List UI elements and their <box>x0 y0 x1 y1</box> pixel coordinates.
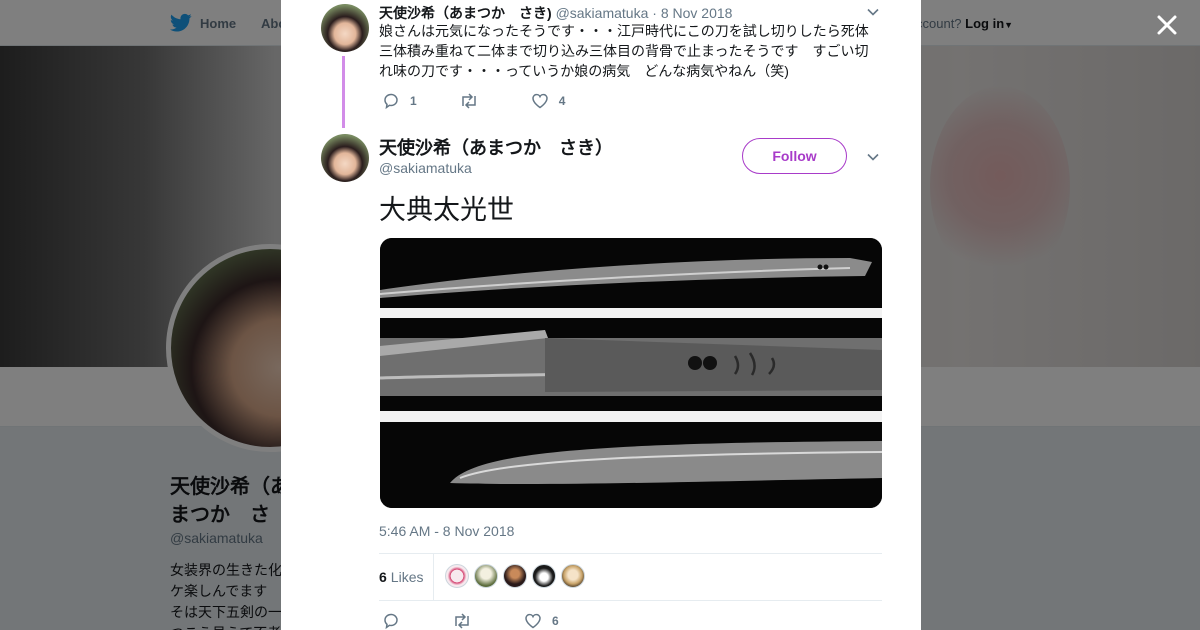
parent-tweet-avatar[interactable] <box>321 4 369 52</box>
parent-like-button[interactable]: 4 <box>531 92 566 110</box>
liker-avatar[interactable] <box>445 564 469 588</box>
parent-tweet-header: 天使沙希（あまつか さき) @sakiamatuka · 8 Nov 2018 <box>379 3 732 23</box>
main-tweet-actions: 6 <box>382 612 601 630</box>
heart-icon <box>525 613 541 629</box>
follow-button[interactable]: Follow <box>742 138 847 174</box>
retweet-icon <box>455 613 469 629</box>
main-tweet-name[interactable]: 天使沙希（あまつか さき） <box>379 134 613 160</box>
parent-tweet-actions: 1 4 <box>382 92 607 110</box>
parent-reply-count: 1 <box>410 94 417 108</box>
sword-photo-image <box>380 238 882 508</box>
main-retweet-button[interactable] <box>452 612 482 630</box>
parent-tweet-handle[interactable]: @sakiamatuka <box>556 5 649 21</box>
main-reply-button[interactable] <box>382 612 410 630</box>
parent-tweet-text: 娘さんは元気になったそうです・・・江戸時代にこの刀を試し切りしたら死体三体積み重… <box>379 23 869 79</box>
main-tweet-menu-chevron-down-icon[interactable] <box>866 150 880 164</box>
thread-connector-line <box>342 56 345 128</box>
parent-tweet-menu-chevron-down-icon[interactable] <box>866 5 880 19</box>
parent-like-count: 4 <box>558 94 566 108</box>
likes-count-link[interactable]: 6 Likes <box>379 554 435 600</box>
parent-tweet-name[interactable]: 天使沙希（あまつか さき) <box>379 5 552 21</box>
reply-icon <box>384 93 398 110</box>
liker-avatar[interactable] <box>561 564 585 588</box>
likes-summary: 6 Likes <box>379 553 882 601</box>
liker-avatar[interactable] <box>532 564 556 588</box>
likes-count-number: 6 <box>379 569 387 585</box>
parent-tweet-date[interactable]: · 8 Nov 2018 <box>652 5 732 21</box>
main-tweet-avatar[interactable] <box>321 134 369 182</box>
tweet-photo-sword[interactable] <box>380 238 882 508</box>
main-like-count: 6 <box>552 614 559 628</box>
liker-avatars <box>445 564 585 588</box>
close-icon <box>1157 15 1177 35</box>
retweet-icon <box>461 93 476 109</box>
reply-icon <box>384 613 398 630</box>
main-tweet-text: 大典太光世 <box>379 195 514 225</box>
tweet-timestamp[interactable]: 5:46 AM - 8 Nov 2018 <box>379 523 514 539</box>
liker-avatar[interactable] <box>503 564 527 588</box>
heart-icon <box>531 93 548 109</box>
main-like-button[interactable]: 6 <box>524 612 559 630</box>
liker-avatar[interactable] <box>474 564 498 588</box>
main-tweet-handle[interactable]: @sakiamatuka <box>379 160 472 176</box>
parent-retweet-button[interactable] <box>459 92 489 110</box>
tweet-modal: 天使沙希（あまつか さき) @sakiamatuka · 8 Nov 2018 … <box>281 0 921 630</box>
likes-count-label: Likes <box>390 569 424 585</box>
close-button[interactable] <box>1152 10 1182 40</box>
parent-reply-button[interactable]: 1 <box>382 92 417 110</box>
